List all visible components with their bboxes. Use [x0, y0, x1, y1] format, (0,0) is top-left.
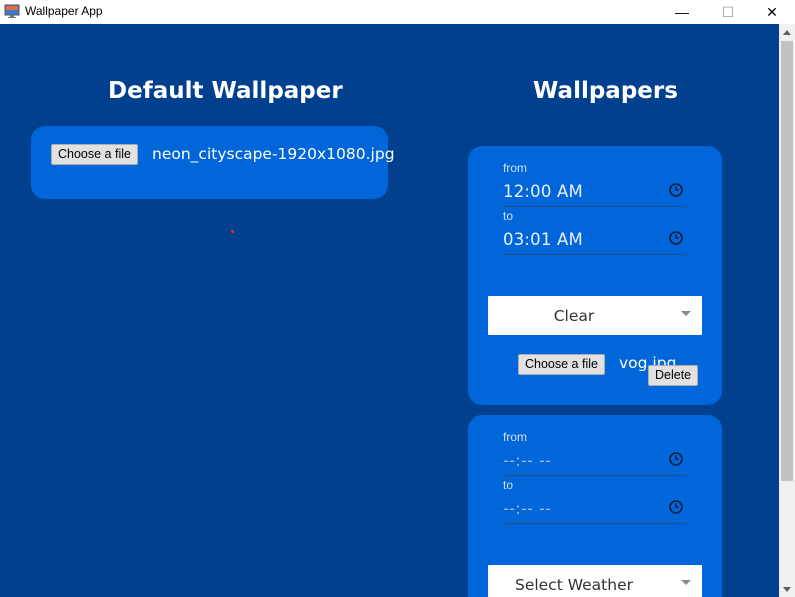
cursor-dot: [231, 230, 234, 233]
to-time-value: --:-- --: [503, 499, 552, 518]
clock-icon[interactable]: [669, 500, 683, 514]
vertical-scrollbar[interactable]: [779, 24, 795, 597]
window-title: Wallpaper App: [25, 4, 103, 18]
default-wallpaper-heading: Default Wallpaper: [108, 78, 343, 104]
clock-icon[interactable]: [669, 231, 683, 245]
from-label: from: [503, 430, 527, 444]
clock-icon[interactable]: [669, 183, 683, 197]
to-label: to: [503, 478, 514, 492]
wallpapers-heading: Wallpapers: [533, 78, 678, 104]
weather-select-value: Select Weather: [514, 576, 633, 594]
clock-icon[interactable]: [669, 452, 683, 466]
chevron-down-icon: [681, 311, 691, 316]
to-time-input[interactable]: 03:01 AM: [502, 224, 686, 255]
scroll-up-icon[interactable]: [779, 24, 795, 40]
from-time-input[interactable]: 12:00 AM: [502, 176, 686, 207]
close-button[interactable]: ✕: [749, 0, 795, 24]
to-label: to: [503, 209, 514, 223]
chevron-down-icon: [681, 580, 691, 585]
wallpaper-app-icon: [4, 3, 20, 19]
default-wallpaper-panel: Choose a file neon_cityscape-1920x1080.j…: [31, 126, 395, 199]
scroll-down-icon[interactable]: [779, 581, 795, 597]
to-time-input[interactable]: --:-- --: [502, 493, 686, 524]
app-content: Default Wallpaper Choose a file neon_cit…: [0, 24, 779, 597]
maximize-button[interactable]: ☐: [705, 0, 751, 24]
from-time-value: --:-- --: [503, 451, 552, 470]
wallpaper-card: from --:-- -- to --:-- -- Select Weather: [468, 415, 722, 597]
to-time-value: 03:01 AM: [503, 230, 583, 249]
from-time-value: 12:00 AM: [503, 182, 583, 201]
delete-button[interactable]: Delete: [648, 365, 699, 386]
scrollbar-thumb[interactable]: [781, 41, 793, 481]
wallpaper-card: from 12:00 AM to 03:01 AM Clear Choose a…: [468, 146, 722, 405]
title-bar: Wallpaper App — ☐ ✕: [0, 0, 795, 24]
card-choose-file-button[interactable]: Choose a file: [518, 354, 605, 375]
weather-select-value: Clear: [553, 307, 595, 325]
default-file-name: neon_cityscape-1920x1080.jpg: [152, 145, 395, 163]
minimize-button[interactable]: —: [659, 0, 705, 24]
from-label: from: [503, 161, 527, 175]
weather-select[interactable]: Clear: [488, 296, 702, 335]
default-choose-file-button[interactable]: Choose a file: [51, 144, 138, 165]
weather-select[interactable]: Select Weather: [488, 565, 702, 597]
from-time-input[interactable]: --:-- --: [502, 445, 686, 476]
